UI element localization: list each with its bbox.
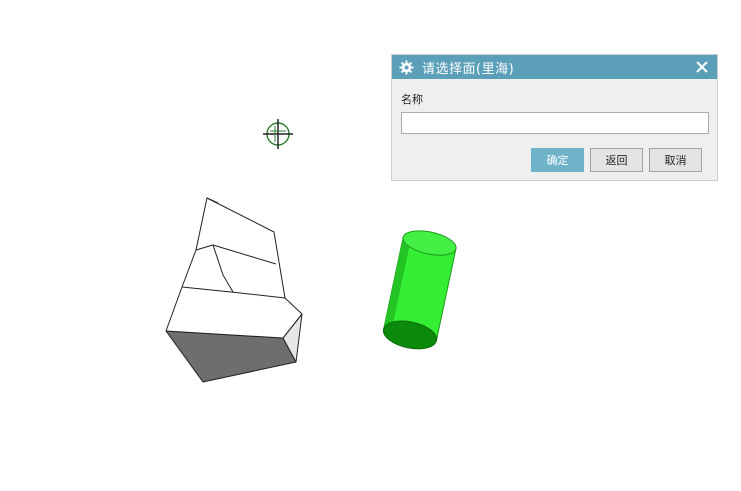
back-button[interactable]: 返回 — [590, 148, 643, 172]
dialog-title: 请选择面(里海) — [422, 61, 515, 77]
solid-upper-faces — [165, 197, 303, 339]
green-cylinder[interactable] — [381, 227, 458, 354]
name-label: 名称 — [401, 93, 423, 106]
solid-bottom-face — [165, 330, 297, 383]
crosshair-icon — [263, 119, 293, 149]
dialog-titlebar[interactable]: 请选择面(里海) — [392, 55, 717, 79]
cancel-button[interactable]: 取消 — [649, 148, 702, 172]
gear-icon — [398, 59, 414, 75]
close-icon — [696, 61, 708, 73]
confirm-button[interactable]: 确定 — [531, 148, 584, 172]
faceted-solid[interactable] — [165, 197, 303, 383]
close-button[interactable] — [693, 58, 711, 76]
name-input[interactable] — [401, 112, 709, 134]
select-face-dialog: 请选择面(里海) 名称 确定 返回 取消 — [391, 54, 718, 181]
